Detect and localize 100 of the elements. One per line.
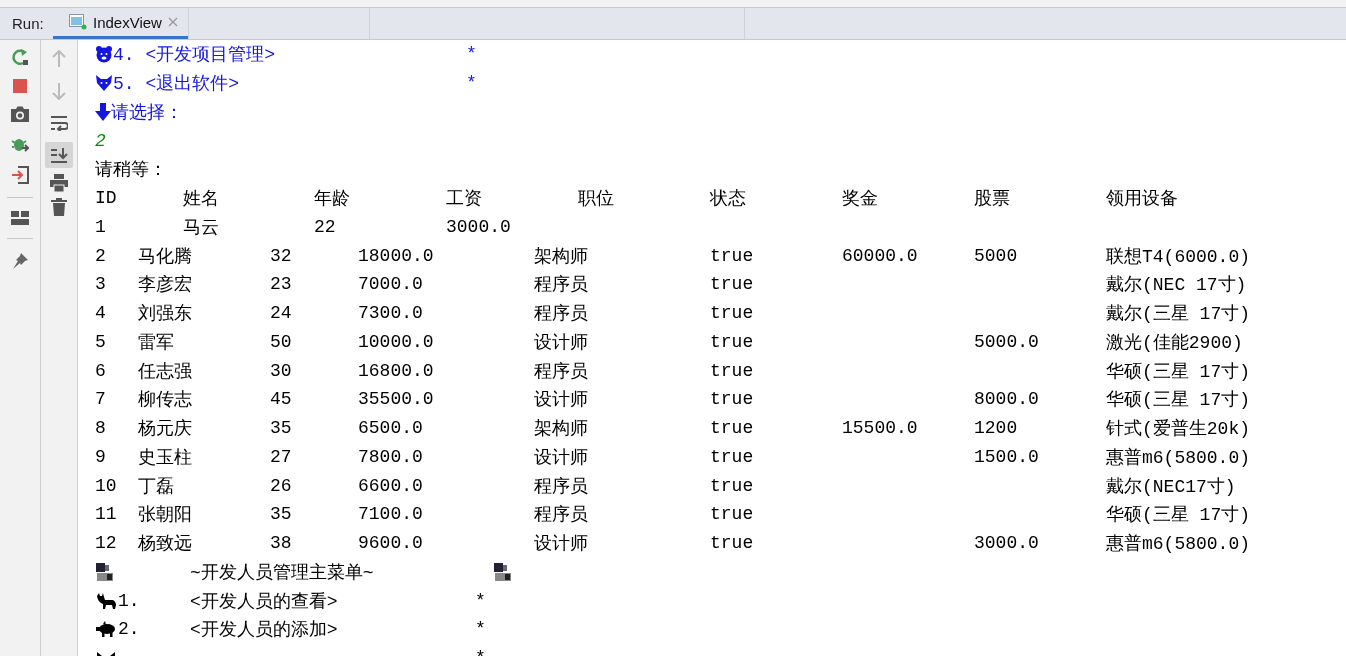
name-cell-text: 雷军 xyxy=(138,331,175,354)
status-cell-text: true xyxy=(710,274,755,295)
salary-cell-text: 6600.0 xyxy=(358,475,424,496)
device-cell-text: 针式(爱普生20k) xyxy=(1106,417,1251,441)
name-cell-text: 马化腾 xyxy=(138,245,193,268)
column-header: 领用设备 xyxy=(1106,188,1179,211)
menu-item-text: 4. <开发项目管理> xyxy=(113,44,275,67)
column-header: ID xyxy=(95,188,118,209)
menu-option-text: <开发人员的添加> xyxy=(190,619,339,642)
console-text: 2 xyxy=(95,130,106,151)
age-cell-text: 30 xyxy=(270,360,293,381)
scroll-to-end-icon xyxy=(50,147,68,163)
position-cell-text: 程序员 xyxy=(534,303,589,326)
status-cell-text: true xyxy=(710,475,755,496)
salary-cell-text: 7300.0 xyxy=(358,303,424,324)
stock-cell-text: 8000.0 xyxy=(974,389,1040,410)
name-cell-text: 任志强 xyxy=(138,360,193,383)
position-cell-text: 设计师 xyxy=(534,446,589,469)
asterisk: * xyxy=(475,619,486,640)
device-cell-text: 华硕(三星 17寸) xyxy=(1106,504,1251,527)
position-cell-text: 设计师 xyxy=(534,389,589,412)
device-cell-text: 惠普m6(5800.0) xyxy=(1106,532,1252,556)
status-cell-text: true xyxy=(710,245,755,266)
console-tab[interactable]: IndexView xyxy=(53,8,188,39)
age-cell-text: 23 xyxy=(270,274,293,295)
bear-face-icon xyxy=(95,45,113,64)
name-cell-text: 史玉柱 xyxy=(138,446,193,469)
status-cell-text: true xyxy=(710,446,755,467)
stock-cell-text: 5000 xyxy=(974,245,1019,266)
id-cell-text: 12 xyxy=(95,533,118,554)
menu-item-text: 5. <退出软件> xyxy=(113,73,239,96)
soft-wrap-icon xyxy=(50,115,68,131)
salary-cell-text: 7800.0 xyxy=(358,446,424,467)
age-cell-text: 26 xyxy=(270,475,293,496)
login-icon[interactable] xyxy=(11,166,29,184)
bonus-cell-text: 15500.0 xyxy=(842,418,919,439)
status-cell-text: true xyxy=(710,504,755,525)
camera-icon[interactable] xyxy=(11,106,29,122)
age-cell-text: 38 xyxy=(270,533,293,554)
salary-cell-text: 9600.0 xyxy=(358,533,424,554)
name-cell-text: 柳传志 xyxy=(138,389,193,412)
age-cell-text: 27 xyxy=(270,446,293,467)
device-cell-text: 戴尔(三星 17寸) xyxy=(1106,303,1251,326)
option-number: 2. xyxy=(118,619,140,640)
stock-cell-text: 3000.0 xyxy=(974,533,1040,554)
salary-cell-text: 18000.0 xyxy=(358,245,435,266)
salary-cell-text: 7100.0 xyxy=(358,504,424,525)
age-cell-text: 35 xyxy=(270,418,293,439)
salary-cell-text: 35500.0 xyxy=(358,389,435,410)
age-cell-text: 22 xyxy=(314,216,337,237)
bonus-cell-text: 60000.0 xyxy=(842,245,919,266)
age-cell-text: 24 xyxy=(270,303,293,324)
pig-icon xyxy=(95,621,117,638)
asterisk: * xyxy=(475,590,486,611)
salary-cell-text: 3000.0 xyxy=(446,216,512,237)
column-header: 股票 xyxy=(974,188,1011,211)
age-cell-text: 45 xyxy=(270,389,293,410)
name-cell-text: 丁磊 xyxy=(138,475,175,498)
position-cell-text: 架构师 xyxy=(534,245,589,268)
device-cell-text: 华硕(三星 17寸) xyxy=(1106,360,1251,383)
name-cell-text: 马云 xyxy=(183,216,220,239)
symbol-icon xyxy=(493,561,513,582)
window-icon xyxy=(69,14,87,30)
column-header: 职位 xyxy=(578,188,615,211)
column-header: 工资 xyxy=(446,188,483,211)
name-cell-text: 张朝阳 xyxy=(138,504,193,527)
age-cell-text: 35 xyxy=(270,504,293,525)
position-cell-text: 设计师 xyxy=(534,331,589,354)
prompt-text: 请选择： xyxy=(111,101,183,124)
rerun-icon[interactable] xyxy=(11,48,29,66)
id-cell-text: 9 xyxy=(95,446,107,467)
age-cell-text: 50 xyxy=(270,331,293,352)
device-cell-text: 联想T4(6000.0) xyxy=(1106,245,1252,268)
position-cell-text: 程序员 xyxy=(534,504,589,527)
menu-option-text: <开发人员的查看> xyxy=(190,590,339,613)
print-icon[interactable] xyxy=(50,174,68,192)
menu-title: ~开发人员管理主菜单~ xyxy=(190,561,375,584)
id-cell-text: 4 xyxy=(95,303,107,324)
device-cell-text: 戴尔(NEC 17寸) xyxy=(1106,274,1248,297)
age-cell-text: 32 xyxy=(270,245,293,266)
asterisk: * xyxy=(466,73,477,94)
column-header: 年龄 xyxy=(314,188,351,211)
layout-icon[interactable] xyxy=(11,211,29,225)
id-cell-text: 10 xyxy=(95,475,118,496)
status-cell-text: true xyxy=(710,533,755,554)
name-cell-text: 李彦宏 xyxy=(138,274,193,297)
device-cell-text: 惠普m6(5800.0) xyxy=(1106,446,1252,469)
salary-cell-text: 7000.0 xyxy=(358,274,424,295)
id-cell-text: 8 xyxy=(95,418,107,439)
id-cell-text: 2 xyxy=(95,245,107,266)
fox-head-icon xyxy=(95,74,113,93)
status-cell-text: true xyxy=(710,331,755,352)
trash-icon[interactable] xyxy=(51,198,67,216)
pin-icon[interactable] xyxy=(11,252,29,270)
scroll-to-end-button[interactable] xyxy=(45,142,73,168)
cat-icon xyxy=(95,592,117,609)
status-cell-text: true xyxy=(710,360,755,381)
asterisk: * xyxy=(475,648,486,656)
column-header: 奖金 xyxy=(842,188,879,211)
position-cell-text: 程序员 xyxy=(534,360,589,383)
